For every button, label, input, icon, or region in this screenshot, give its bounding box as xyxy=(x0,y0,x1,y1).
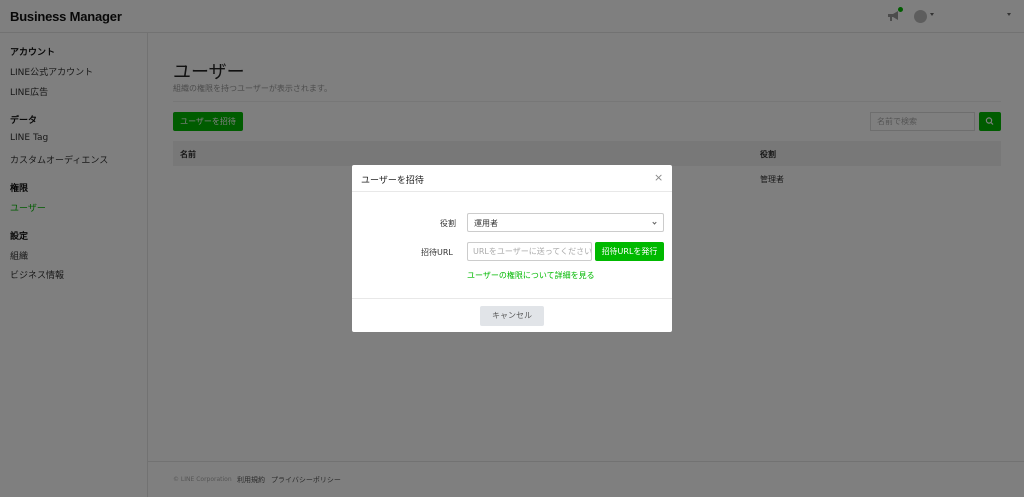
cancel-button[interactable]: キャンセル xyxy=(480,306,544,326)
invite-url-label: 招待URL xyxy=(421,248,453,257)
role-select-value: 運用者 xyxy=(474,219,498,228)
role-select[interactable]: 運用者 xyxy=(467,213,664,232)
invite-user-dialog: ユーザーを招待 × 役割 運用者 招待URL URLをユーザーに送ってください … xyxy=(352,165,672,332)
divider xyxy=(352,298,672,299)
close-icon[interactable]: × xyxy=(654,172,663,183)
invite-url-field[interactable]: URLをユーザーに送ってください xyxy=(467,242,592,261)
dialog-title: ユーザーを招待 xyxy=(361,176,424,186)
divider xyxy=(352,191,672,192)
chevron-down-icon xyxy=(652,220,657,225)
issue-invite-url-button[interactable]: 招待URLを発行 xyxy=(595,242,664,261)
role-label: 役割 xyxy=(440,219,456,228)
permission-details-link[interactable]: ユーザーの権限について詳細を見る xyxy=(467,270,595,281)
